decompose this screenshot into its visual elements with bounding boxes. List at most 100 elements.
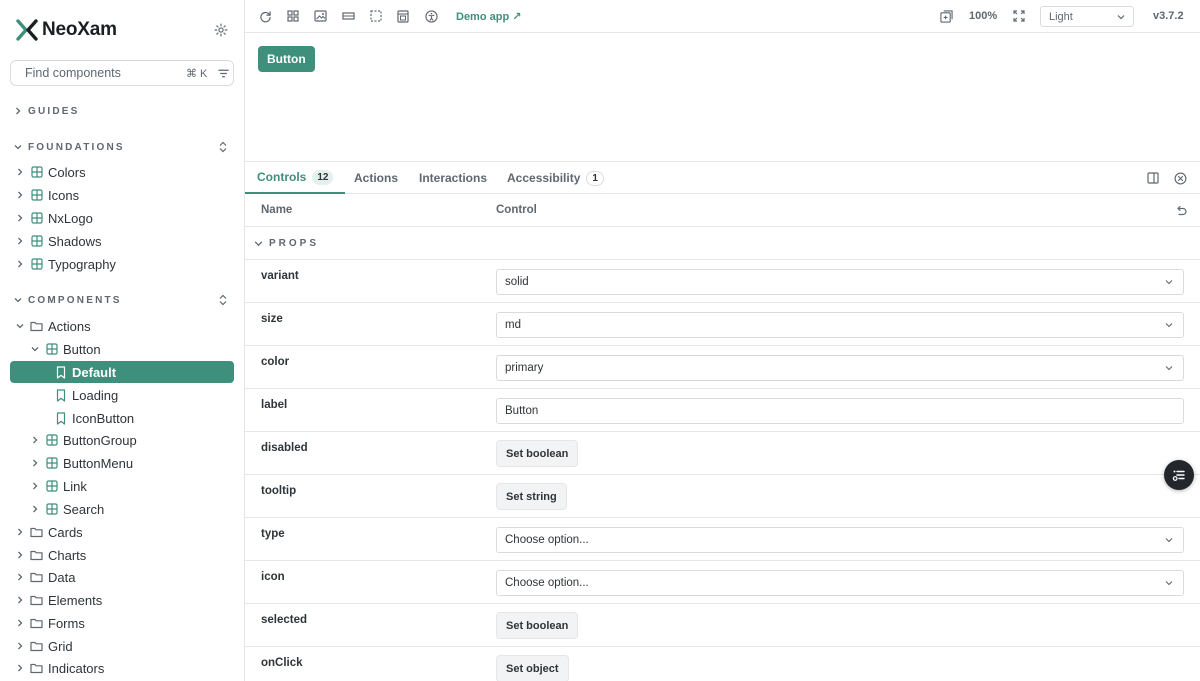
- sidebar-story-iconbutton[interactable]: IconButton: [54, 407, 134, 429]
- chevron-down-icon: [1165, 323, 1173, 328]
- section-foundations-label: FOUNDATIONS: [28, 141, 125, 153]
- filter-button[interactable]: [217, 65, 230, 81]
- set-boolean-button[interactable]: Set boolean: [496, 612, 579, 639]
- sidebar-item-buttonmenu[interactable]: ButtonMenu: [29, 452, 133, 474]
- outline-icon: [370, 10, 382, 22]
- section-components[interactable]: COMPONENTS: [14, 291, 122, 309]
- sidebar-item-label: Forms: [48, 615, 85, 631]
- sidebar-item-buttongroup[interactable]: ButtonGroup: [29, 429, 137, 451]
- sidebar-item-nxlogo[interactable]: NxLogo: [14, 207, 93, 229]
- color-select[interactable]: primary: [496, 355, 1184, 381]
- sidebar-item-link[interactable]: Link: [29, 475, 87, 497]
- component-icon: [30, 235, 43, 247]
- sidebar-folder-forms[interactable]: Forms: [14, 612, 85, 634]
- chevron-right-icon: [18, 573, 23, 581]
- demo-app-link[interactable]: Demo app ↗: [456, 10, 521, 23]
- component-icon: [45, 343, 58, 355]
- sidebar-story-loading[interactable]: Loading: [54, 384, 118, 406]
- preview-button[interactable]: Button: [258, 46, 315, 72]
- sidebar-item-icons[interactable]: Icons: [14, 184, 79, 206]
- sidebar-story-default[interactable]: Default: [10, 361, 234, 383]
- zoom-reset-button[interactable]: [939, 9, 953, 23]
- search-input[interactable]: [25, 66, 186, 80]
- sidebar-folder-data[interactable]: Data: [14, 566, 75, 588]
- section-foundations[interactable]: FOUNDATIONS: [14, 138, 125, 156]
- close-panel-button[interactable]: [1173, 171, 1187, 185]
- sidebar-item-colors[interactable]: Colors: [14, 161, 86, 183]
- select-value: primary: [505, 362, 544, 374]
- chevron-down-icon: [1165, 538, 1173, 543]
- grid-toggle-button[interactable]: [286, 9, 300, 23]
- panel-orientation-button[interactable]: [1146, 171, 1160, 185]
- prop-name: selected: [261, 614, 308, 626]
- icon-select[interactable]: Choose option...: [496, 570, 1184, 596]
- addon-panel-tabs: Controls 12 Actions Interactions Accessi…: [245, 161, 1200, 194]
- neoxam-logo-icon: [16, 19, 38, 41]
- table-row: size md: [245, 303, 1200, 346]
- sidebar-folder-elements[interactable]: Elements: [14, 589, 102, 611]
- gear-icon: [214, 23, 228, 37]
- folder-icon: [30, 550, 43, 561]
- sidebar-folder-indicators[interactable]: Indicators: [14, 657, 104, 679]
- chevron-right-icon: [16, 107, 21, 115]
- chevron-down-icon: [16, 324, 24, 329]
- set-boolean-button[interactable]: Set boolean: [496, 440, 579, 467]
- vision-simulator-button[interactable]: [424, 9, 438, 23]
- chevron-right-icon: [18, 168, 23, 176]
- tab-label: Controls: [257, 170, 307, 184]
- expand-all-button[interactable]: [215, 139, 231, 155]
- chevron-right-icon: [33, 482, 38, 490]
- tab-controls[interactable]: Controls 12: [245, 162, 346, 194]
- props-group-toggle[interactable]: PROPS: [245, 227, 1200, 260]
- tab-actions[interactable]: Actions: [354, 162, 398, 194]
- sidebar-item-search[interactable]: Search: [29, 498, 104, 520]
- tab-interactions[interactable]: Interactions: [419, 162, 487, 194]
- tab-accessibility[interactable]: Accessibility 1: [507, 162, 604, 194]
- background-button[interactable]: [313, 9, 327, 23]
- sidebar-item-button[interactable]: Button: [29, 338, 101, 360]
- sidebar-folder-cards[interactable]: Cards: [14, 521, 83, 543]
- chevron-down-icon: [1165, 280, 1173, 285]
- folder-icon: [30, 641, 43, 652]
- sidebar-item-shadows[interactable]: Shadows: [14, 230, 101, 252]
- label-text-field[interactable]: [496, 398, 1184, 424]
- sidebar-item-label: Shadows: [48, 233, 102, 249]
- set-string-button[interactable]: Set string: [496, 483, 567, 510]
- table-row: label: [245, 389, 1200, 432]
- table-row: tooltip Set string: [245, 475, 1200, 518]
- reset-controls-button[interactable]: [1174, 204, 1187, 217]
- sidebar-folder-actions[interactable]: Actions: [14, 315, 91, 337]
- type-select[interactable]: Choose option...: [496, 527, 1184, 553]
- folder-icon: [30, 618, 43, 629]
- section-guides[interactable]: GUIDES: [14, 102, 80, 120]
- sidebar-item-typography[interactable]: Typography: [14, 253, 116, 275]
- chevron-right-icon: [33, 436, 38, 444]
- size-select[interactable]: md: [496, 312, 1184, 338]
- measure-button[interactable]: [341, 9, 355, 23]
- list-settings-icon: [1172, 470, 1185, 481]
- viewport-button[interactable]: [396, 9, 410, 23]
- brand[interactable]: NeoXam: [16, 19, 117, 41]
- outline-button[interactable]: [369, 9, 383, 23]
- chevron-down-icon: [1117, 14, 1125, 19]
- sidebar-item-label: Typography: [48, 256, 116, 272]
- settings-button[interactable]: [212, 21, 230, 39]
- variant-select[interactable]: solid: [496, 269, 1184, 295]
- chevron-right-icon: [18, 260, 23, 268]
- set-object-button[interactable]: Set object: [496, 655, 569, 681]
- chevron-down-icon: [31, 347, 39, 352]
- fullscreen-button[interactable]: [1012, 9, 1026, 23]
- floating-menu-button[interactable]: [1164, 460, 1194, 490]
- select-value: md: [505, 319, 521, 331]
- expand-all-button[interactable]: [215, 292, 231, 308]
- theme-select[interactable]: Light: [1040, 6, 1134, 27]
- sidebar-folder-charts[interactable]: Charts: [14, 544, 86, 566]
- select-value: Choose option...: [505, 534, 589, 546]
- reload-button[interactable]: [258, 9, 272, 23]
- chevron-down-icon: [14, 145, 22, 150]
- prop-name: disabled: [261, 442, 308, 454]
- chevron-right-icon: [18, 596, 23, 604]
- chevron-right-icon: [18, 214, 23, 222]
- sidebar-folder-grid[interactable]: Grid: [14, 635, 73, 657]
- tab-label: Actions: [354, 171, 399, 185]
